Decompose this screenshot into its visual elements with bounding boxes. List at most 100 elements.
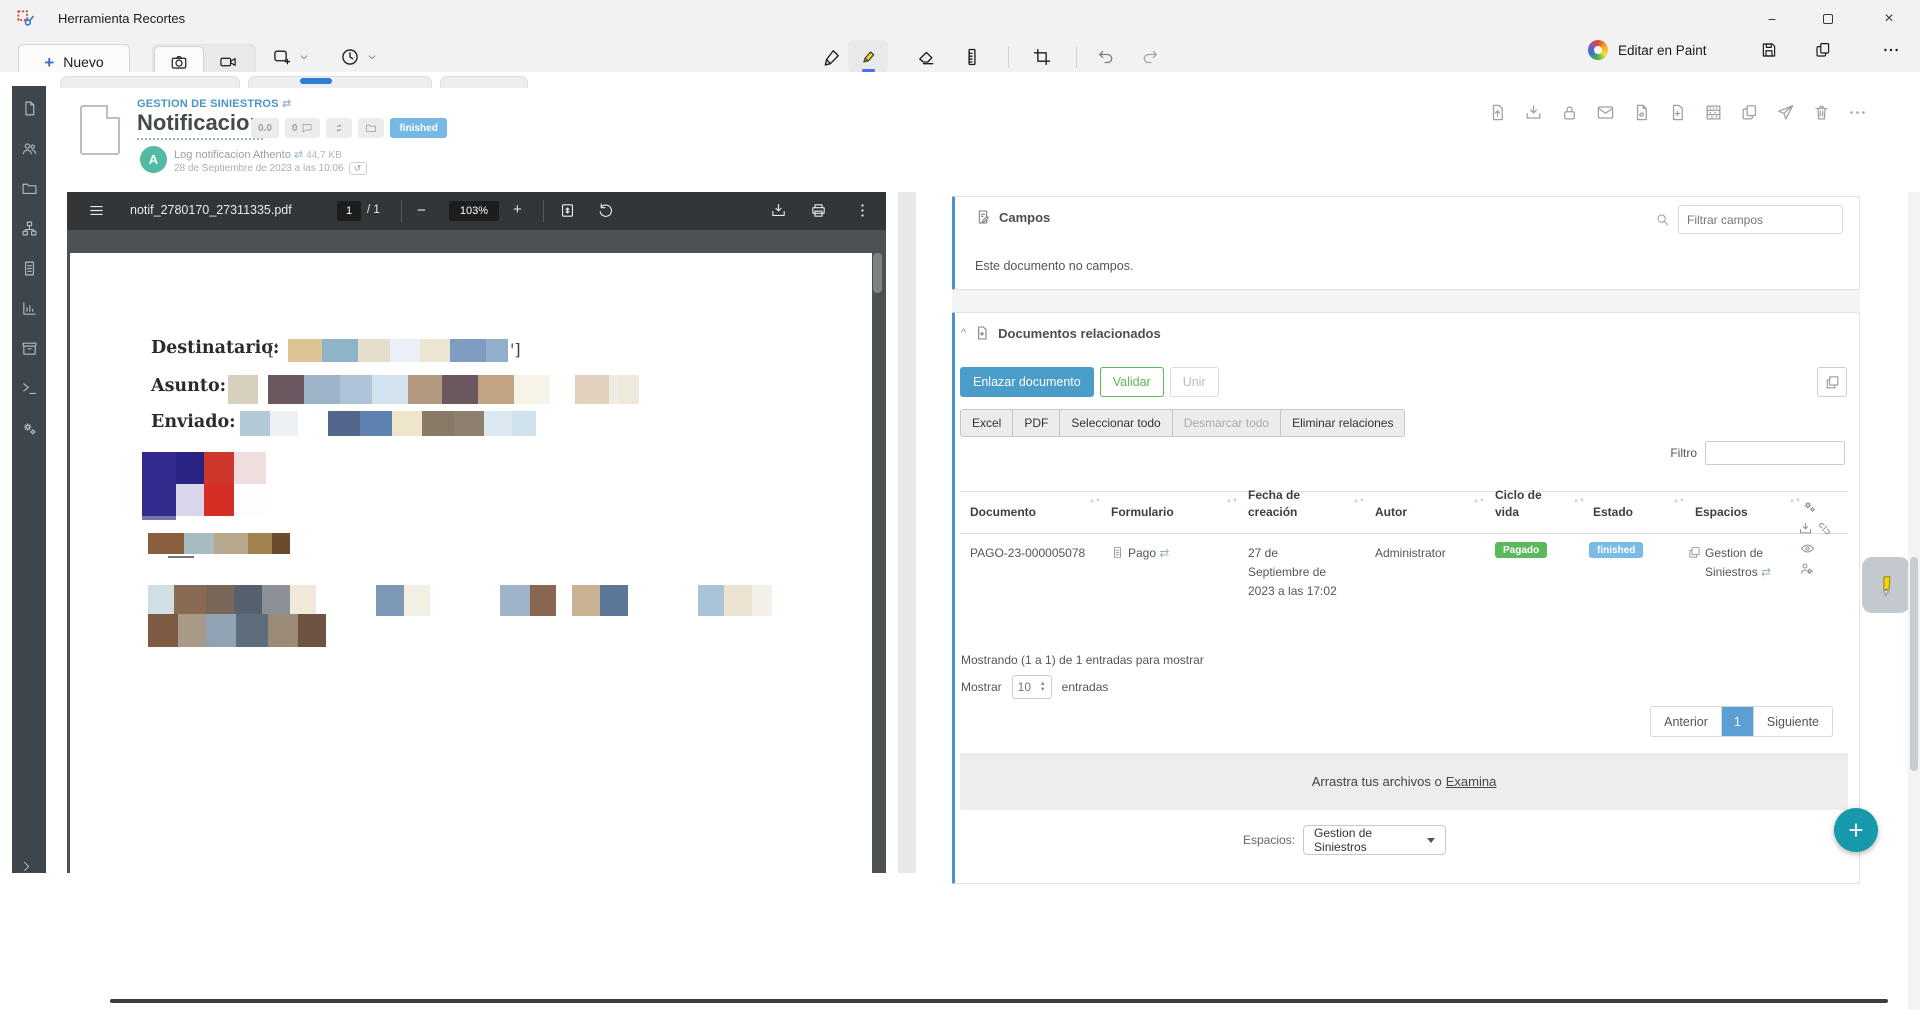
- crop-tool-button[interactable]: [1032, 47, 1052, 67]
- download-icon[interactable]: [1524, 103, 1543, 122]
- collapse-caret-icon[interactable]: ^: [961, 327, 966, 339]
- file-lines-icon[interactable]: [21, 260, 38, 277]
- panel-splitter[interactable]: [898, 192, 916, 873]
- sort-icon[interactable]: ▲▼: [1789, 498, 1801, 504]
- more-options-button[interactable]: [1882, 41, 1900, 59]
- folder-badge[interactable]: [358, 118, 384, 138]
- pdf-menu-icon[interactable]: [88, 202, 105, 219]
- terminal-icon[interactable]: [21, 380, 38, 397]
- file-upload-icon[interactable]: [1488, 103, 1507, 122]
- trash-icon[interactable]: [1812, 103, 1831, 122]
- add-file-icon[interactable]: [1668, 103, 1687, 122]
- cell-documento[interactable]: PAGO-23-000005078: [970, 544, 1085, 563]
- column-header-ciclo[interactable]: Ciclo de vida: [1495, 487, 1555, 521]
- send-icon[interactable]: [1776, 103, 1795, 122]
- sort-icon[interactable]: ▲▼: [1089, 498, 1101, 504]
- campos-filter-input[interactable]: [1678, 205, 1843, 234]
- column-header-documento[interactable]: Documento: [970, 504, 1036, 521]
- lock-icon[interactable]: [1560, 103, 1579, 122]
- eye-icon[interactable]: [1800, 541, 1815, 556]
- column-header-autor[interactable]: Autor: [1375, 504, 1407, 521]
- select-all-button[interactable]: Seleccionar todo: [1059, 409, 1172, 437]
- pen-tool-button[interactable]: [822, 47, 842, 67]
- delete-relations-button[interactable]: Eliminar relaciones: [1280, 409, 1405, 437]
- file-dropzone[interactable]: Arrastra tus archivos o Examina: [960, 753, 1848, 810]
- cell-espacios[interactable]: Gestion de Siniestros ⇄: [1688, 544, 1800, 582]
- page-scrollbar-thumb[interactable]: [1910, 557, 1918, 771]
- pagination-page-1[interactable]: 1: [1721, 707, 1753, 736]
- delay-dropdown[interactable]: [340, 47, 377, 67]
- gears-icon[interactable]: [1802, 499, 1817, 514]
- document-list-button[interactable]: [1817, 367, 1847, 397]
- pagination-next[interactable]: Siguiente: [1753, 707, 1832, 736]
- rotate-icon[interactable]: [597, 202, 614, 219]
- chart-icon[interactable]: [21, 300, 38, 317]
- users-icon[interactable]: [21, 140, 38, 157]
- lifecycle-badge[interactable]: [326, 118, 352, 138]
- column-header-espacios[interactable]: Espacios: [1695, 504, 1748, 521]
- pdf-download-icon[interactable]: [770, 202, 787, 219]
- unlink-icon[interactable]: [1817, 521, 1832, 536]
- pdf-scrollbar-thumb[interactable]: [873, 253, 882, 293]
- save-button[interactable]: [1760, 41, 1778, 59]
- folder-icon[interactable]: [21, 180, 38, 197]
- undo-button[interactable]: [1096, 47, 1116, 67]
- sitemap-icon[interactable]: [21, 220, 38, 237]
- sort-icon[interactable]: ▲▼: [1473, 498, 1485, 504]
- maximize-button[interactable]: [1805, 0, 1851, 38]
- space-breadcrumb[interactable]: GESTION DE SINIESTROS ⇄: [137, 97, 291, 110]
- version-badge[interactable]: 0.0: [251, 118, 279, 138]
- zoom-in-button[interactable]: +: [513, 201, 522, 218]
- browse-link[interactable]: Examina: [1446, 774, 1497, 789]
- related-header[interactable]: ^ Documentos relacionados: [961, 325, 1161, 341]
- copy-icon[interactable]: [1740, 103, 1759, 122]
- ellipsis-icon[interactable]: [1848, 103, 1867, 122]
- export-pdf-button[interactable]: PDF: [1012, 409, 1060, 437]
- sidebar-expand-icon[interactable]: [20, 860, 33, 873]
- link-document-button[interactable]: Enlazar documento: [960, 367, 1094, 397]
- comments-badge[interactable]: 0: [285, 118, 321, 138]
- pdf-page-input[interactable]: 1: [337, 201, 361, 221]
- mail-icon[interactable]: [1596, 103, 1615, 122]
- zoom-out-button[interactable]: −: [417, 202, 426, 219]
- gears-icon[interactable]: [21, 420, 38, 437]
- eraser-tool-button[interactable]: [916, 47, 936, 67]
- document-icon[interactable]: [21, 100, 38, 117]
- history-icon[interactable]: ↺: [349, 162, 367, 175]
- archive-icon[interactable]: [21, 340, 38, 357]
- pagination-prev[interactable]: Anterior: [1651, 707, 1721, 736]
- pdf-file-icon[interactable]: [1632, 103, 1651, 122]
- zoom-level[interactable]: 103%: [449, 201, 499, 221]
- merge-button[interactable]: Unir: [1170, 367, 1219, 397]
- export-excel-button[interactable]: Excel: [960, 409, 1013, 437]
- pdf-more-icon[interactable]: [854, 202, 871, 219]
- copy-button[interactable]: [1814, 41, 1832, 59]
- document-title[interactable]: Notificacion: [137, 110, 263, 140]
- abacus-icon[interactable]: [1704, 103, 1723, 122]
- column-header-fecha[interactable]: Fecha de creación: [1248, 487, 1338, 521]
- minimize-button[interactable]: −: [1749, 0, 1795, 38]
- sort-icon[interactable]: ▲▼: [1573, 498, 1585, 504]
- sort-icon[interactable]: ▲▼: [1673, 498, 1685, 504]
- entries-spinner[interactable]: 10▲▼: [1012, 675, 1052, 699]
- deselect-all-button[interactable]: Desmarcar todo: [1172, 409, 1281, 437]
- add-fab-button[interactable]: +: [1834, 808, 1878, 852]
- spaces-select[interactable]: Gestion de Siniestros: [1303, 825, 1446, 855]
- redo-button[interactable]: [1140, 47, 1160, 67]
- user-gear-icon[interactable]: [1799, 561, 1814, 576]
- cell-formulario[interactable]: Pago ⇄: [1111, 544, 1169, 563]
- edit-in-paint-button[interactable]: Editar en Paint: [1588, 40, 1707, 60]
- sort-icon[interactable]: ▲▼: [1353, 498, 1365, 504]
- column-header-estado[interactable]: Estado: [1593, 504, 1633, 521]
- download-icon[interactable]: [1798, 521, 1813, 536]
- print-icon[interactable]: [810, 202, 827, 219]
- sort-icon[interactable]: ▲▼: [1226, 498, 1238, 504]
- highlighter-tool-button[interactable]: [858, 47, 878, 67]
- table-filter-input[interactable]: [1705, 441, 1845, 465]
- fit-page-icon[interactable]: [559, 202, 576, 219]
- column-header-formulario[interactable]: Formulario: [1111, 504, 1174, 521]
- validate-button[interactable]: Validar: [1100, 367, 1164, 397]
- ruler-tool-button[interactable]: [962, 47, 982, 67]
- snip-shape-dropdown[interactable]: [272, 47, 309, 67]
- close-button[interactable]: ×: [1866, 0, 1912, 38]
